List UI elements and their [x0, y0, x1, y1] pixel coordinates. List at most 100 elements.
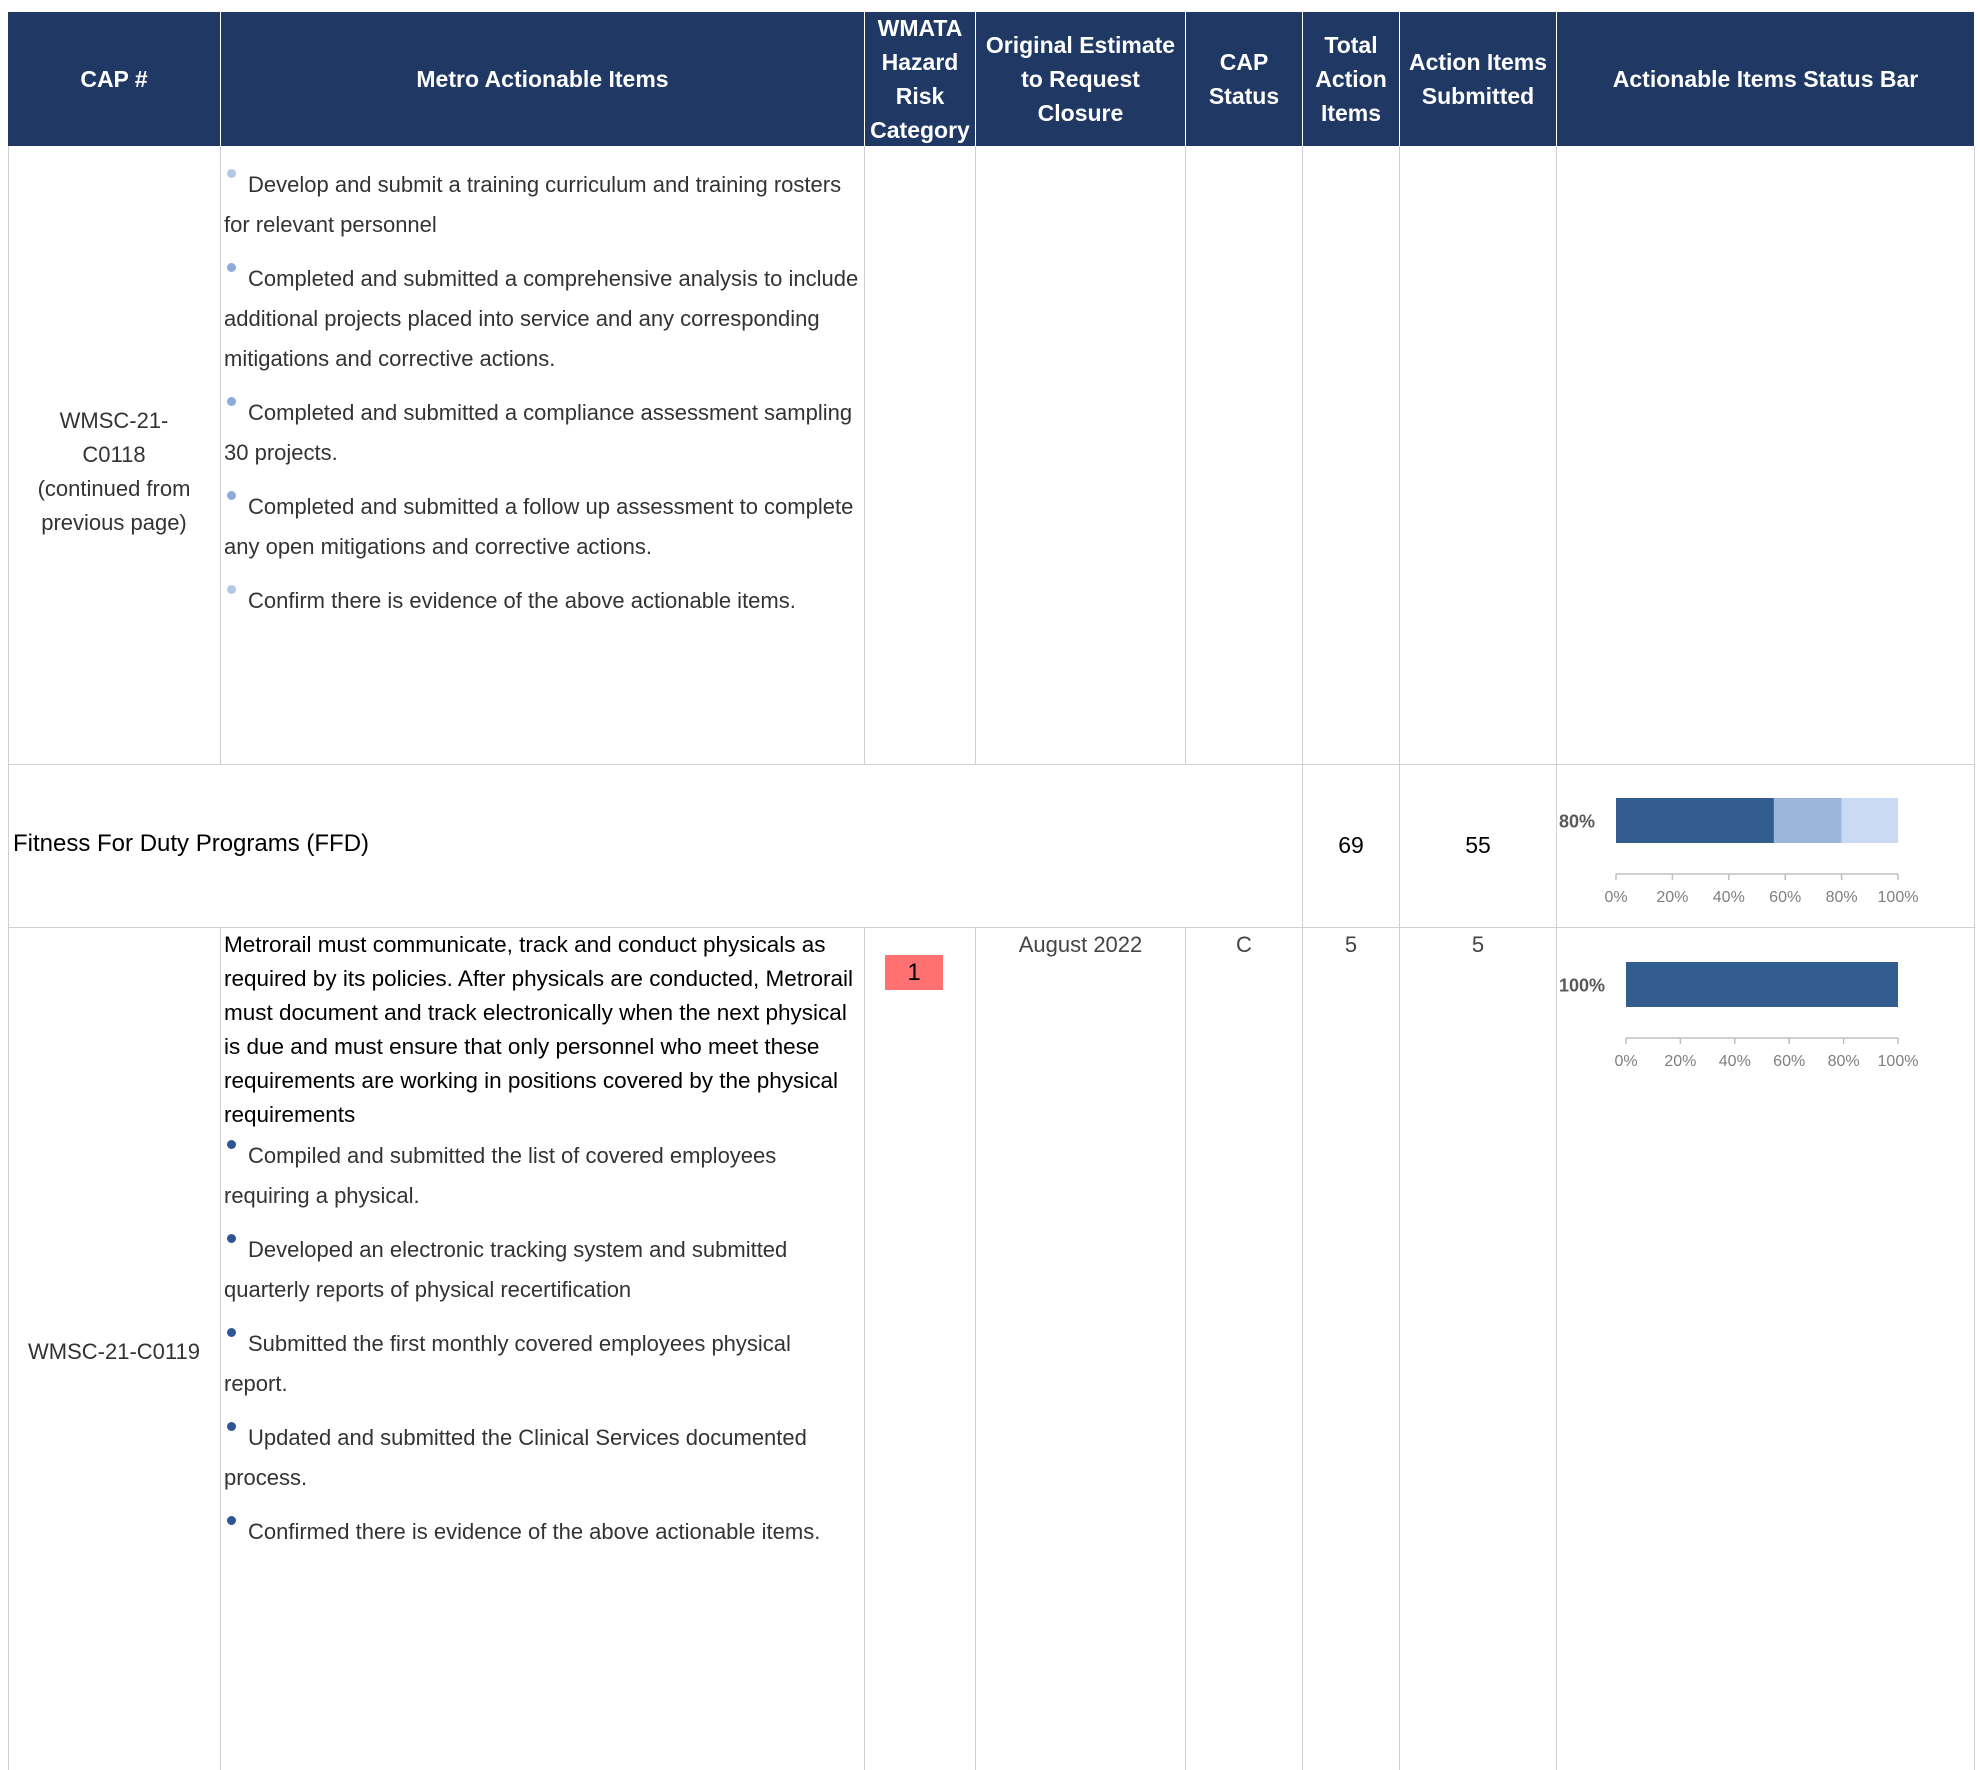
list-item-text: Confirmed there is evidence of the above… [248, 1519, 821, 1544]
tick-label: 60% [1769, 889, 1801, 906]
header-status-bar-label: Actionable Items Status Bar [1612, 66, 1919, 92]
cap-number: WMSC-21-C0119 [28, 1339, 200, 1364]
hazard-category-badge: 1 [885, 955, 943, 990]
list-item: Develop and submit a training curriculum… [224, 165, 860, 245]
bar-value-label: 80% [1559, 812, 1595, 832]
status-dot-icon [227, 585, 236, 594]
header-estimate-closure-label: Original Estimate to Request Closure [985, 32, 1176, 126]
grid-line [864, 146, 865, 764]
status-dot-icon [227, 1516, 236, 1525]
header-divider [1399, 12, 1400, 146]
list-item-text: Confirm there is evidence of the above a… [248, 588, 796, 613]
tick-label: 20% [1656, 889, 1688, 906]
list-item: Completed and submitted a follow up asse… [224, 487, 860, 567]
grid-line [975, 927, 976, 1770]
status-dot-icon [227, 1234, 236, 1243]
list-item-text: Submitted the first monthly covered empl… [224, 1331, 791, 1396]
cap-status-table: CAP # Metro Actionable Items WMATA Hazar… [0, 0, 1980, 1770]
header-status-bar: Actionable Items Status Bar [1557, 12, 1974, 146]
row-divider [8, 764, 1974, 765]
grid-line [1185, 146, 1186, 764]
tick-label: 80% [1828, 1053, 1860, 1070]
header-total-action-items-label: Total Action Items [1315, 32, 1387, 126]
program-title: Fitness For Duty Programs (FFD) [13, 830, 370, 857]
grid-line [8, 146, 9, 1770]
bar-segment [1841, 798, 1898, 843]
cap-number: WMSC-21-C0118 (continued from previous p… [37, 408, 191, 535]
header-actionable-items-label: Metro Actionable Items [416, 66, 669, 92]
list-item-text: Completed and submitted a compliance ass… [224, 400, 853, 465]
status-dot-icon [227, 1422, 236, 1431]
status-dot-icon [227, 169, 236, 178]
status-dot-icon [227, 1140, 236, 1149]
program-status-bar-chart: 80% 0% 20% 40% 60% 80% 100% [1559, 798, 1919, 906]
header-hazard-category-label: WMATA Hazard Risk Category [870, 15, 970, 143]
grid-line [1399, 146, 1400, 1770]
header-divider [220, 12, 221, 146]
header-cap-number: CAP # [8, 12, 220, 146]
list-item-text: Completed and submitted a follow up asse… [224, 494, 854, 559]
header-estimate-closure: Original Estimate to Request Closure [976, 12, 1185, 146]
grid-line [975, 146, 976, 764]
grid-line [864, 927, 865, 1770]
header-cap-status: CAP Status [1186, 12, 1302, 146]
status-dot-icon [227, 491, 236, 500]
grid-line [1974, 146, 1975, 1770]
requirement-text: Metrorail must communicate, track and co… [224, 932, 854, 1127]
tick-label: 100% [1878, 1053, 1919, 1070]
cap-status-bar-chart: 100% 0% 20% 40% 60% 80% 100% [1559, 962, 1919, 1070]
status-dot-icon [227, 263, 236, 272]
bar-value-label: 100% [1559, 976, 1605, 996]
header-divider [864, 12, 865, 146]
actionable-items-list: Develop and submit a training curriculum… [224, 165, 860, 635]
list-item: Confirmed there is evidence of the above… [224, 1512, 860, 1552]
tick-label: 60% [1773, 1053, 1805, 1070]
list-item: Confirm there is evidence of the above a… [224, 581, 860, 621]
list-item: Completed and submitted a comprehensive … [224, 259, 860, 379]
tick-label: 40% [1719, 1053, 1751, 1070]
header-divider [975, 12, 976, 146]
header-total-action-items: Total Action Items [1303, 12, 1399, 146]
status-dot-icon [227, 1328, 236, 1337]
list-item-text: Compiled and submitted the list of cover… [224, 1143, 777, 1208]
list-item: Compiled and submitted the list of cover… [224, 1136, 860, 1216]
header-divider [1302, 12, 1303, 146]
grid-line [1185, 927, 1186, 1770]
grid-line [1302, 146, 1303, 1770]
status-dot-icon [227, 397, 236, 406]
items-submitted-value: 5 [1471, 932, 1485, 957]
list-item-text: Completed and submitted a comprehensive … [224, 266, 859, 371]
list-item: Developed an electronic tracking system … [224, 1230, 860, 1310]
total-action-items-value: 5 [1344, 932, 1358, 957]
list-item: Submitted the first monthly covered empl… [224, 1324, 860, 1404]
grid-line [220, 146, 221, 764]
grid-line [220, 927, 221, 1770]
tick-label: 0% [1614, 1053, 1637, 1070]
tick-label: 40% [1713, 889, 1745, 906]
tick-label: 0% [1604, 889, 1627, 906]
header-hazard-category: WMATA Hazard Risk Category [865, 12, 975, 146]
tick-label: 20% [1664, 1053, 1696, 1070]
bar-segment [1773, 798, 1842, 843]
header-divider [1185, 12, 1186, 146]
list-item: Completed and submitted a compliance ass… [224, 393, 860, 473]
header-items-submitted-label: Action Items Submitted [1408, 49, 1548, 109]
header-divider [1556, 12, 1557, 146]
header-cap-status-label: CAP Status [1208, 49, 1280, 109]
bar-segment [1626, 962, 1898, 1007]
tick-label: 80% [1826, 889, 1858, 906]
list-item: Updated and submitted the Clinical Servi… [224, 1418, 860, 1498]
program-total-action-items: 69 [1338, 832, 1364, 858]
list-item-text: Updated and submitted the Clinical Servi… [224, 1425, 807, 1490]
header-actionable-items: Metro Actionable Items [221, 12, 864, 146]
header-cap-number-label: CAP # [80, 66, 148, 92]
cap-status-value: C [1236, 932, 1252, 957]
tick-label: 100% [1878, 889, 1919, 906]
list-item-text: Developed an electronic tracking system … [224, 1237, 788, 1302]
cap-number-cell: WMSC-21-C0118 (continued from previous p… [8, 404, 220, 540]
bar-segment [1616, 798, 1774, 843]
program-items-submitted: 55 [1465, 832, 1491, 858]
actionable-items-list: Metrorail must communicate, track and co… [224, 928, 860, 1566]
header-items-submitted: Action Items Submitted [1400, 12, 1556, 146]
list-item-text: Develop and submit a training curriculum… [224, 172, 842, 237]
